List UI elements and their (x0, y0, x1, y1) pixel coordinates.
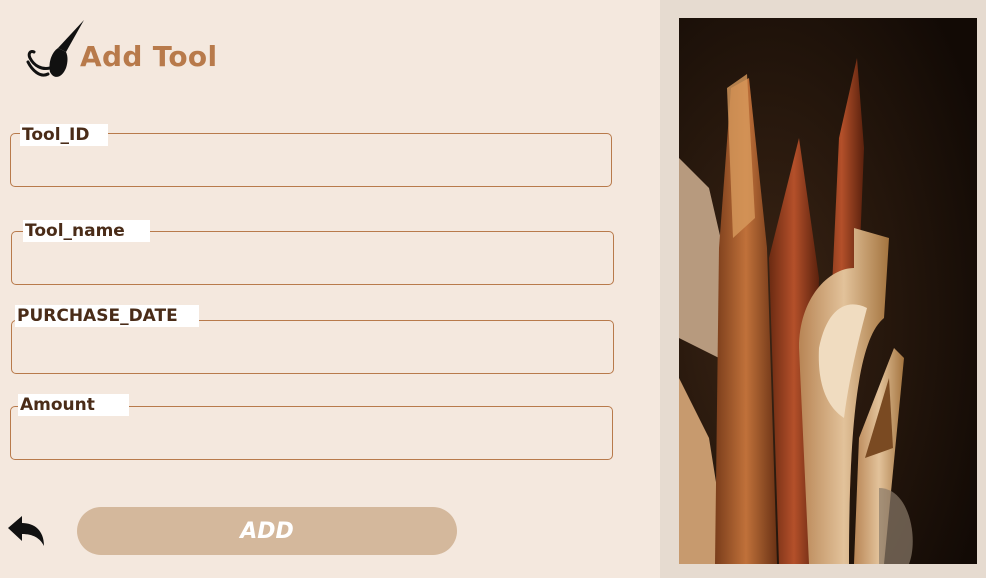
tool-id-label: Tool_ID (20, 124, 108, 146)
amount-label: Amount (18, 394, 129, 416)
tool-name-label: Tool_name (23, 220, 150, 242)
page-title: Add Tool (80, 40, 218, 73)
calligraphy-tools-photo (679, 18, 977, 564)
add-button[interactable]: ADD (77, 507, 457, 555)
form-panel: Add Tool Tool_ID Tool_name PURCHASE_DATE… (0, 0, 660, 578)
back-arrow-icon[interactable] (6, 512, 46, 550)
purchase-date-label: PURCHASE_DATE (15, 305, 199, 327)
purchase-date-input[interactable] (11, 320, 614, 374)
